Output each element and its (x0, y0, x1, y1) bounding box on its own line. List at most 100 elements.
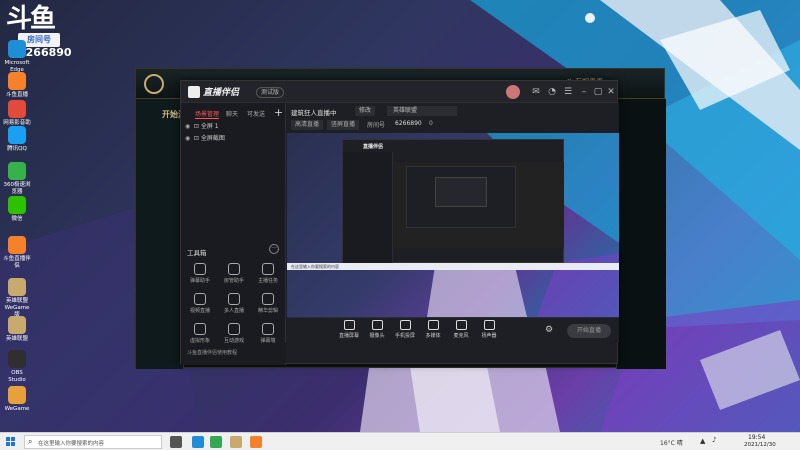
chrome-icon[interactable] (210, 436, 222, 448)
tool-item[interactable]: 房管助手 (217, 263, 251, 284)
app-titlebar: 直播伴侣 测试版 ✉ ◔ ☰ – ▢ ✕ (181, 81, 617, 103)
control-label: 摄像头 (369, 333, 385, 339)
taskbar-search-box[interactable]: ⌕ 在这里输入你要搜索的内容 (24, 435, 162, 449)
eye-icon[interactable]: ◉ (185, 133, 192, 145)
desktop-icon[interactable]: WeGame (3, 386, 31, 413)
tool-label: 主播任务 (257, 278, 278, 284)
settings-icon[interactable]: ⚙ (545, 325, 553, 335)
desktop-icon-label: OBS Studio (8, 370, 26, 383)
tab-scene-manage[interactable]: 场景管理 (195, 109, 220, 119)
eye-icon[interactable]: ◉ (185, 121, 192, 133)
windows-start-icon[interactable] (6, 437, 16, 447)
mode-chip[interactable]: 竖屏直播 (327, 120, 360, 130)
obs-icon (8, 350, 26, 368)
netease-icon (8, 100, 26, 118)
category-selector[interactable]: 英雄联盟 (387, 106, 457, 116)
message-icon[interactable]: ✉ (531, 87, 541, 97)
lol-icon[interactable] (230, 436, 242, 448)
nested-preview (394, 162, 564, 248)
weather-widget[interactable]: 16°C 晴 (660, 438, 683, 447)
control-button[interactable]: 摄像头 (363, 320, 391, 339)
desktop-icon[interactable]: 英雄联盟 (3, 316, 31, 343)
douyu-icon[interactable] (250, 436, 262, 448)
control-label: 直播屏幕 (338, 333, 359, 339)
tool-item[interactable]: 互动游戏 (217, 323, 251, 344)
task-view-icon[interactable] (170, 436, 182, 448)
clock-date[interactable]: 2021/12/30 (744, 442, 776, 448)
speaker-icon (483, 320, 495, 330)
control-button[interactable]: 扬声器 (475, 320, 503, 339)
source-label: 全屏截图 (200, 135, 225, 142)
close-icon[interactable]: ✕ (606, 87, 616, 97)
overlay-logo-text: 斗鱼 (6, 4, 56, 34)
start-stream-button[interactable]: 开始直播 (567, 324, 611, 338)
tool-item[interactable]: 多人直播 (217, 293, 251, 314)
douyu-companion-icon (8, 236, 26, 254)
lock-icon[interactable]: ⊡ (194, 135, 199, 142)
lol-social-panel (616, 99, 666, 369)
nested-left-panel (343, 152, 393, 264)
desktop-icon[interactable]: 腾讯QQ (3, 126, 31, 153)
source-label: 全屏 1 (200, 123, 219, 130)
desktop-icon[interactable]: 斗鱼直播 (3, 72, 31, 99)
room-id: 6266890 (395, 120, 422, 127)
volume-icon[interactable]: ♪ (712, 436, 716, 444)
stream-info-header: 建筑狂人直播中 修改 英雄联盟 高清直播 竖屏直播 房间号 6266890 0 (287, 103, 619, 133)
source-row[interactable]: ◉ ⊡ 全屏 1 (185, 121, 281, 133)
app-title: 直播伴侣 (203, 88, 240, 98)
tool-label: 多人直播 (223, 308, 244, 314)
edit-title-button[interactable]: 修改 (355, 106, 376, 116)
control-button[interactable]: 直播屏幕 (335, 320, 363, 339)
control-button[interactable]: 麦克风 (447, 320, 475, 339)
screen-icon (343, 320, 355, 330)
desktop-icon-label: 英雄联盟 (5, 336, 28, 342)
stream-title: 建筑狂人直播中 (291, 109, 337, 117)
edge-icon[interactable] (192, 436, 204, 448)
notice-bar: 斗鱼直播伴侣使用教程 (181, 343, 286, 363)
lol-logo-icon (144, 74, 164, 94)
notification-icon[interactable]: ◔ (547, 87, 557, 97)
clip-icon (262, 293, 274, 305)
tool-item[interactable]: 精华剪辑 (251, 293, 285, 314)
streaming-app-window[interactable]: 直播伴侣 测试版 ✉ ◔ ☰ – ▢ ✕ 场景管理 聊天 可发送 + ◉ ⊡ 全… (180, 80, 619, 365)
qq-icon (8, 126, 26, 144)
control-label: 手机投屏 (394, 333, 415, 339)
avatar-icon (194, 323, 206, 335)
maximize-icon[interactable]: ▢ (593, 87, 603, 97)
lol-side-panel (136, 99, 184, 369)
task-icon (262, 263, 274, 275)
lock-icon[interactable]: ⊡ (194, 123, 199, 130)
toolbox-label: 工具箱 (187, 249, 207, 257)
preview-desktop: 直播伴侣 在这里输入你要搜索的内容 (287, 133, 619, 317)
desktop-icon[interactable]: 360极速浏览器 (3, 162, 31, 196)
toolbox-more-button[interactable]: ··· (269, 244, 279, 254)
desktop-icon[interactable]: OBS Studio (3, 350, 31, 384)
menu-icon[interactable]: ☰ (563, 87, 573, 97)
desktop-icon[interactable]: 英雄联盟WeGame版 (3, 278, 31, 319)
source-row[interactable]: ◉ ⊡ 全屏截图 (185, 133, 281, 145)
tool-item[interactable]: 弹幕助手 (183, 263, 217, 284)
desktop-icon[interactable]: 微信 (3, 196, 31, 223)
add-scene-button[interactable]: + (274, 106, 283, 119)
desktop-icon[interactable]: 斗鱼直播伴侣 (3, 236, 31, 270)
tab-send[interactable]: 可发送 (247, 109, 265, 118)
desktop-icon[interactable]: Microsoft Edge (3, 40, 31, 74)
control-button[interactable]: 多媒体 (419, 320, 447, 339)
wegame-icon (8, 386, 26, 404)
tab-chat[interactable]: 聊天 (226, 109, 238, 118)
user-avatar[interactable] (506, 85, 520, 99)
network-icon[interactable]: ▲ (700, 437, 705, 445)
clock-time[interactable]: 19:54 (748, 434, 765, 441)
tool-item[interactable]: 主播任务 (251, 263, 285, 284)
lol-icon (8, 316, 26, 334)
tool-label: 房管助手 (223, 278, 244, 284)
quality-chip[interactable]: 高清直播 (291, 120, 324, 130)
minimize-icon[interactable]: – (579, 87, 589, 97)
notice-link[interactable]: 斗鱼直播伴侣使用教程 (187, 349, 237, 356)
tool-item[interactable]: 视频直播 (183, 293, 217, 314)
tool-item[interactable]: 虚拟形象 (183, 323, 217, 344)
stream-preview[interactable]: 直播伴侣 在这里输入你要搜索的内容 (287, 133, 619, 317)
desktop-icon-label: 斗鱼直播伴侣 (3, 256, 31, 269)
control-button[interactable]: 手机投屏 (391, 320, 419, 339)
tool-item[interactable]: 弹幕墙 (251, 323, 285, 344)
